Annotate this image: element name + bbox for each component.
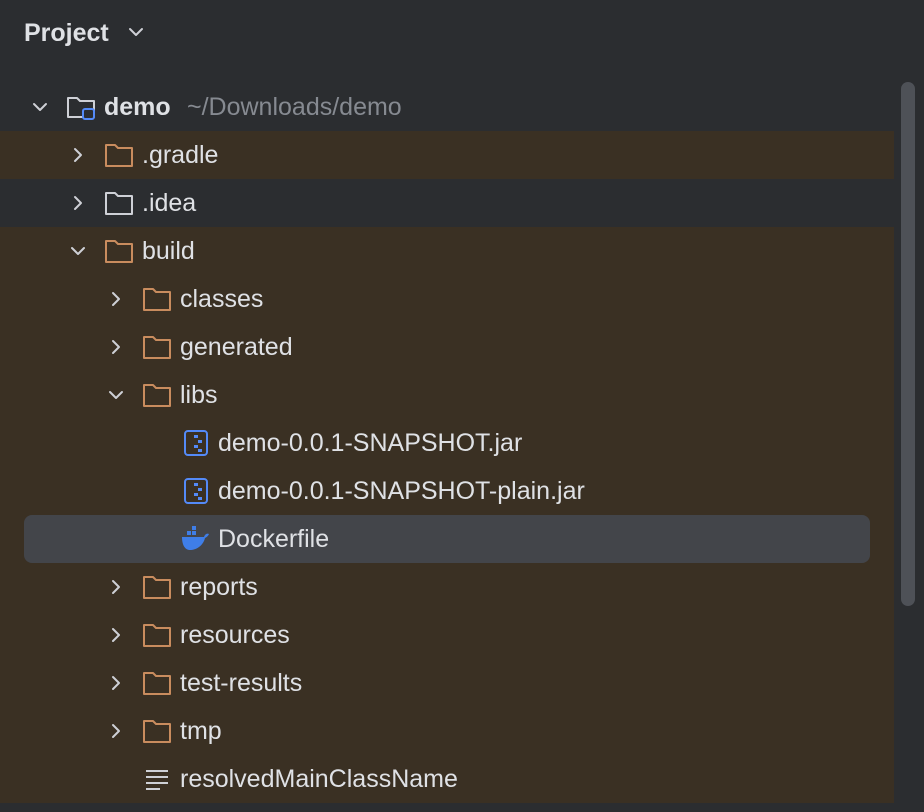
tree-row-gradle[interactable]: .gradle (0, 131, 894, 179)
selection-highlight (24, 515, 870, 563)
tree-row-classes[interactable]: classes (0, 275, 894, 323)
folder-icon (143, 624, 171, 647)
folder-icon (105, 144, 133, 167)
folder-icon (143, 576, 171, 599)
tree-item-label: demo-0.0.1-SNAPSHOT.jar (218, 429, 523, 457)
tree-item-label: classes (180, 285, 264, 313)
folder-icon (143, 288, 171, 311)
root-path: ~/Downloads/demo (187, 93, 402, 121)
tree-row-generated[interactable]: generated (0, 323, 894, 371)
tree-item-label: libs (180, 381, 218, 409)
tree-item-label: Dockerfile (218, 525, 330, 553)
project-tree: demo ~/Downloads/demo .gradle .idea buil… (0, 83, 894, 812)
chevron-right-icon[interactable] (106, 577, 126, 597)
tree-row-test-results[interactable]: test-results (0, 659, 894, 707)
scrollbar-thumb[interactable] (901, 82, 915, 606)
jar-file-icon (184, 430, 208, 456)
chevron-right-icon[interactable] (106, 625, 126, 645)
tree-item-label: .idea (142, 189, 197, 217)
chevron-right-icon[interactable] (68, 145, 88, 165)
chevron-right-icon[interactable] (106, 721, 126, 741)
folder-icon (105, 240, 133, 263)
panel-header: Project (0, 0, 924, 66)
tree-item-label: build (142, 237, 195, 265)
vertical-scrollbar[interactable] (894, 66, 924, 812)
tree-row-tmp[interactable]: tmp (0, 707, 894, 755)
tree-row-dockerfile[interactable]: Dockerfile (0, 515, 894, 563)
chevron-right-icon[interactable] (106, 673, 126, 693)
tree-item-label: demo-0.0.1-SNAPSHOT-plain.jar (218, 477, 585, 505)
tree-row-resolved-main-class[interactable]: resolvedMainClassName (0, 755, 894, 803)
chevron-down-icon[interactable] (106, 385, 126, 405)
folder-icon (143, 672, 171, 695)
tree-item-label: test-results (180, 669, 303, 697)
tree-row-reports[interactable]: reports (0, 563, 894, 611)
chevron-down-icon[interactable] (30, 97, 50, 117)
tree-row-root[interactable]: demo ~/Downloads/demo (0, 83, 894, 131)
chevron-right-icon[interactable] (68, 193, 88, 213)
root-name: demo (104, 93, 171, 121)
chevron-right-icon[interactable] (106, 337, 126, 357)
tree-item-label: tmp (180, 717, 222, 745)
jar-file-icon (184, 478, 208, 504)
chevron-right-icon[interactable] (106, 289, 126, 309)
tree-row-resources[interactable]: resources (0, 611, 894, 659)
tree-row-idea[interactable]: .idea (0, 179, 894, 227)
folder-icon (143, 336, 171, 359)
chevron-down-icon[interactable] (68, 241, 88, 261)
tree-item-label: reports (180, 573, 258, 601)
panel-title[interactable]: Project (24, 16, 109, 50)
folder-icon (105, 192, 133, 215)
folder-icon (143, 384, 171, 407)
tree-row-plain-jar[interactable]: demo-0.0.1-SNAPSHOT-plain.jar (0, 467, 894, 515)
docker-icon (182, 526, 209, 550)
tree-item-label: generated (180, 333, 293, 361)
text-file-icon (146, 770, 168, 790)
module-folder-icon (67, 97, 95, 120)
tree-row-libs[interactable]: libs (0, 371, 894, 419)
tree-row-build[interactable]: build (0, 227, 894, 275)
tree-item-label: .gradle (142, 141, 219, 169)
tree-row-jar[interactable]: demo-0.0.1-SNAPSHOT.jar (0, 419, 894, 467)
chevron-down-icon[interactable] (126, 22, 146, 42)
tree-item-label: resolvedMainClassName (180, 765, 458, 793)
folder-icon (143, 720, 171, 743)
tree-item-label: resources (180, 621, 290, 649)
